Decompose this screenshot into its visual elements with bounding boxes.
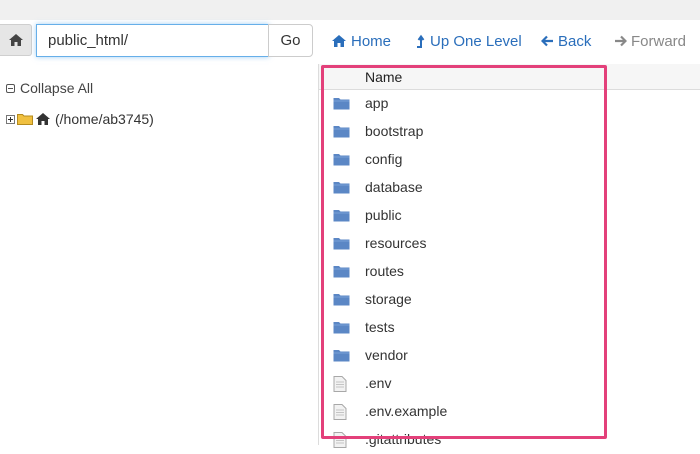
folder-icon-wrap (333, 208, 350, 227)
folder-icon-wrap (333, 96, 350, 115)
home-link-label: Home (351, 32, 392, 50)
tree-root-label: (/home/ab3745) (55, 111, 154, 127)
folder-row[interactable]: public (319, 202, 700, 230)
file-icon-wrap (333, 376, 347, 397)
back-link[interactable]: Back (541, 32, 591, 50)
item-name: vendor (365, 347, 408, 363)
file-icon (333, 404, 347, 420)
folder-icon-wrap (333, 124, 350, 143)
level-up-icon (417, 34, 425, 48)
forward-link[interactable]: Forward (614, 32, 686, 50)
arrow-right-icon (615, 35, 627, 47)
file-icon (333, 432, 347, 448)
up-one-level-link[interactable]: Up One Level (416, 32, 522, 50)
file-row[interactable]: .env.example (319, 398, 700, 426)
folder-row[interactable]: database (319, 174, 700, 202)
file-row[interactable]: .gitattributes (319, 426, 700, 454)
folder-icon (333, 126, 350, 138)
expand-icon[interactable] (6, 114, 15, 124)
file-icon (333, 376, 347, 392)
home-icon (8, 34, 23, 46)
name-column-header[interactable]: Name (365, 69, 402, 85)
home-icon (36, 113, 50, 125)
tree-root-item[interactable]: (/home/ab3745) (6, 111, 154, 127)
list-header: Name (319, 64, 700, 90)
item-name: .env.example (365, 403, 448, 419)
path-input[interactable] (36, 24, 269, 57)
home-directory-button[interactable] (0, 24, 32, 56)
item-name: routes (365, 263, 404, 279)
home-link[interactable]: Home (331, 32, 391, 50)
item-name: config (365, 151, 403, 167)
folder-row[interactable]: app (319, 90, 700, 118)
folder-icon-wrap (333, 292, 350, 311)
collapse-all-label: Collapse All (20, 80, 94, 96)
folder-icon (333, 322, 350, 334)
go-button[interactable]: Go (268, 24, 313, 57)
file-icon-wrap (333, 404, 347, 425)
item-name: tests (365, 319, 395, 335)
folder-icon-wrap (333, 264, 350, 283)
up-one-level-label: Up One Level (430, 32, 522, 50)
item-name: bootstrap (365, 123, 424, 139)
home-icon (332, 35, 346, 47)
folder-icon (333, 350, 350, 362)
folder-icon (333, 98, 350, 110)
file-icon-wrap (333, 432, 347, 453)
arrow-left-icon (541, 35, 553, 47)
item-name: app (365, 95, 389, 111)
folder-icon (333, 294, 350, 306)
folder-row[interactable]: vendor (319, 342, 700, 370)
collapse-all-button[interactable]: Collapse All (6, 80, 93, 96)
collapse-icon (6, 83, 15, 93)
folder-icon-wrap (333, 152, 350, 171)
folder-icon (333, 266, 350, 278)
folder-row[interactable]: bootstrap (319, 118, 700, 146)
folder-row[interactable]: tests (319, 314, 700, 342)
item-name: public (365, 207, 402, 223)
folder-row[interactable]: routes (319, 258, 700, 286)
item-name: resources (365, 235, 427, 251)
folder-icon (333, 210, 350, 222)
folder-icon-wrap (333, 320, 350, 339)
folder-icon (333, 238, 350, 250)
back-link-label: Back (558, 32, 592, 50)
folder-icon (333, 154, 350, 166)
item-name: storage (365, 291, 412, 307)
folder-row[interactable]: resources (319, 230, 700, 258)
file-list: Name app bootstrap config database public res… (319, 64, 700, 448)
item-name: .env (365, 375, 392, 391)
top-strip (0, 0, 700, 20)
forward-link-label: Forward (631, 32, 687, 50)
item-name: database (365, 179, 423, 195)
folder-row[interactable]: storage (319, 286, 700, 314)
folder-icon-wrap (333, 348, 350, 367)
folder-row[interactable]: config (319, 146, 700, 174)
folder-icon (333, 182, 350, 194)
folder-icon-wrap (333, 180, 350, 199)
folder-icon (17, 114, 33, 125)
file-row[interactable]: .env (319, 370, 700, 398)
folder-icon-wrap (333, 236, 350, 255)
